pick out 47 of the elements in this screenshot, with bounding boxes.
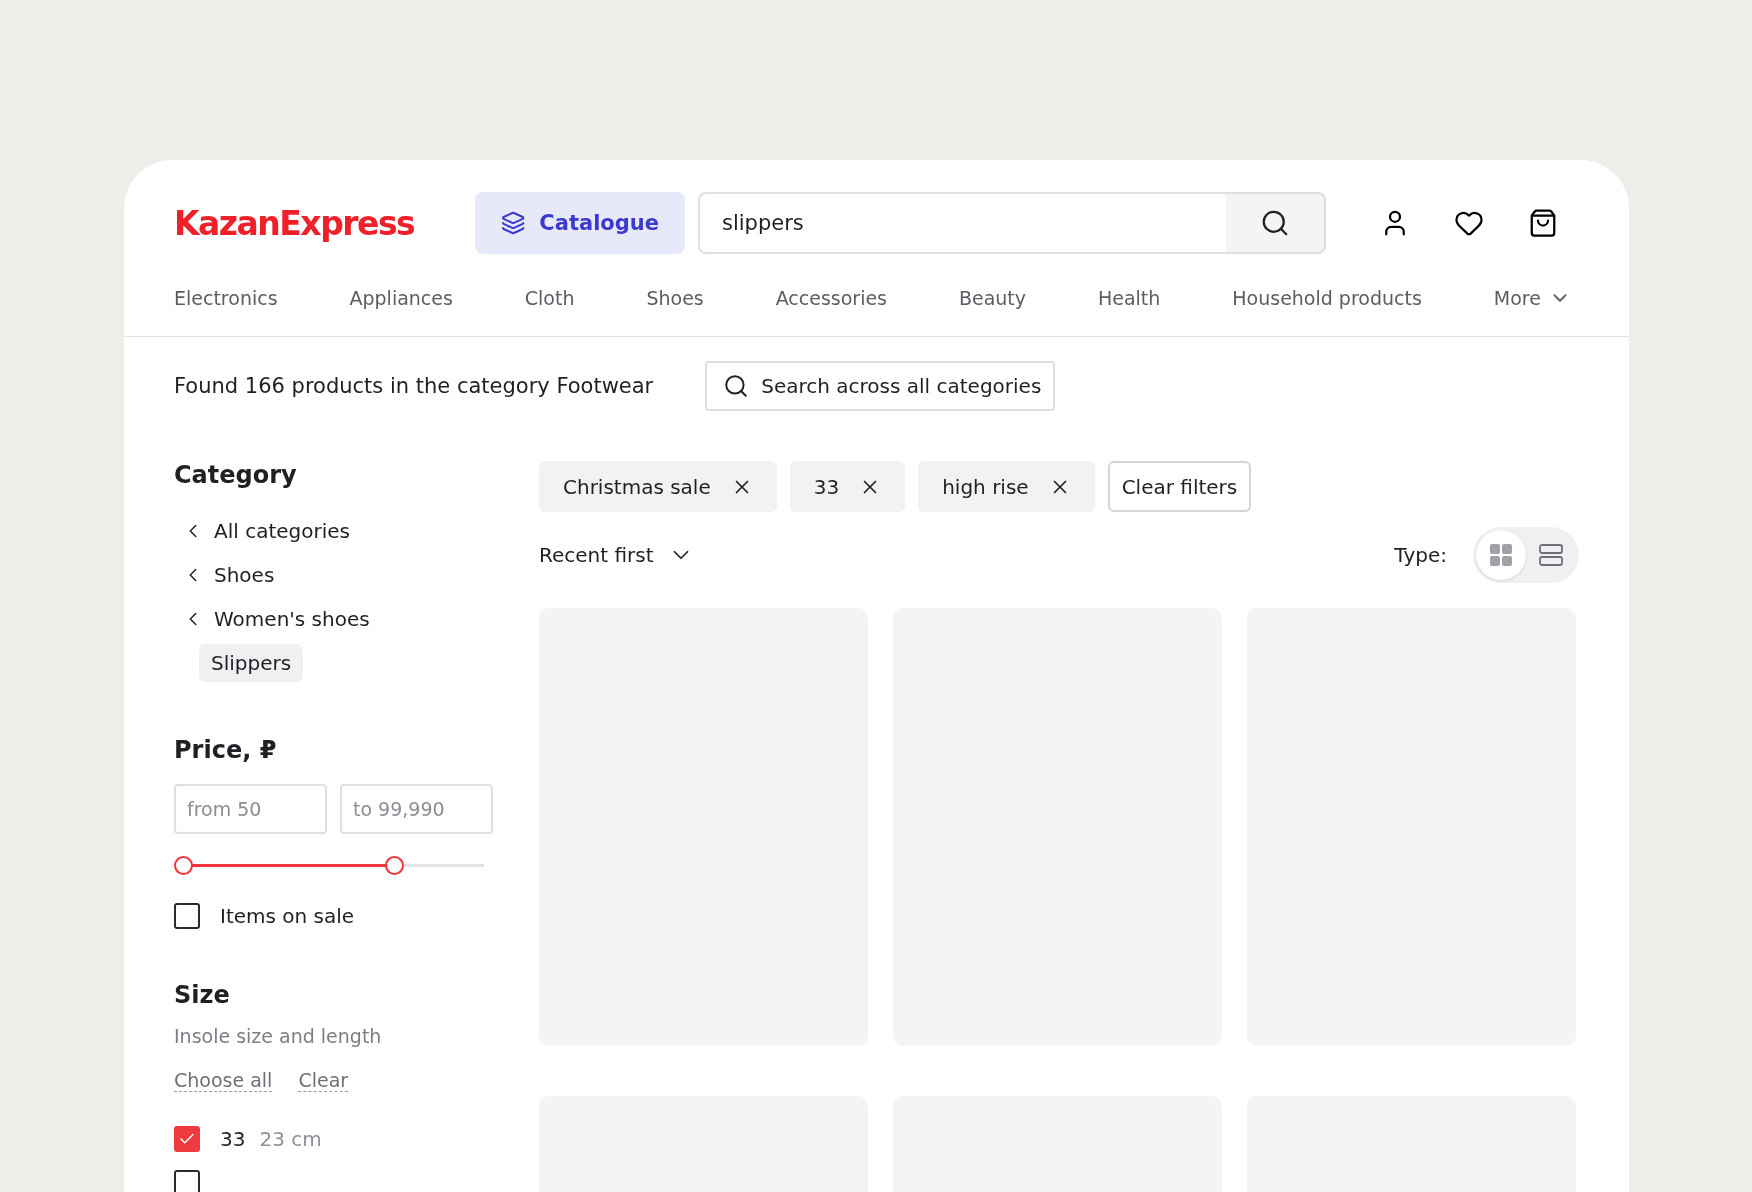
category-link[interactable]: Shoes <box>182 553 495 597</box>
checkbox[interactable] <box>174 903 200 929</box>
catalogue-button[interactable]: Catalogue <box>475 192 685 254</box>
section-heading: Category <box>174 461 298 489</box>
price-to-field[interactable]: to 99,990 <box>340 784 493 834</box>
list-icon <box>1539 544 1563 566</box>
search-all-button[interactable]: Search across all categories <box>705 361 1056 411</box>
checkbox-label: Items on sale <box>220 904 355 928</box>
price-slider[interactable] <box>174 856 484 875</box>
section-heading: Size <box>174 981 231 1009</box>
result-count: Found 166 products in the category Footwear <box>174 374 654 398</box>
sort-dropdown[interactable]: Recent first <box>539 542 694 568</box>
clear-filters-button[interactable]: Clear filters <box>1107 461 1252 512</box>
size-length: 23 cm <box>259 1127 322 1151</box>
bag-icon <box>1528 208 1558 238</box>
checkbox[interactable] <box>174 1170 200 1192</box>
category-link[interactable]: All categories <box>182 509 495 553</box>
cart-button[interactable] <box>1528 208 1558 238</box>
grid-icon <box>1489 543 1513 567</box>
text-link[interactable]: Clear <box>298 1069 349 1092</box>
logo[interactable]: KazanExpress <box>174 203 475 243</box>
filter-chip[interactable]: Christmas sale <box>539 461 777 512</box>
filter-chip[interactable]: high rise <box>918 461 1095 512</box>
nav-link[interactable]: Household products <box>1232 286 1422 309</box>
size-label: 33 <box>220 1127 246 1151</box>
nav-link[interactable]: Electronics <box>174 286 278 309</box>
nav-link[interactable]: Health <box>1097 286 1161 309</box>
view-button[interactable] <box>1476 530 1526 580</box>
checkbox[interactable] <box>174 1126 200 1152</box>
category-link[interactable]: Women's shoes <box>182 597 495 641</box>
slider-thumb[interactable] <box>384 856 404 875</box>
slider-thumb[interactable] <box>174 856 193 875</box>
view-label: Type: <box>1394 543 1447 567</box>
category-link[interactable]: Slippers <box>199 644 304 682</box>
search-icon <box>723 373 750 399</box>
nav-link[interactable]: Shoes <box>646 286 704 309</box>
filter-chip[interactable]: 33 <box>789 461 906 512</box>
text-link[interactable]: Choose all <box>174 1069 273 1092</box>
layers-icon <box>501 209 526 237</box>
nav-link[interactable]: Accessories <box>775 286 887 309</box>
section-heading: Price, ₽ <box>174 736 278 764</box>
nav-link[interactable]: Beauty <box>958 286 1027 309</box>
section-subtitle: Insole size and length <box>174 1025 383 1047</box>
price-from-field[interactable]: from 50 <box>174 784 327 834</box>
nav-link[interactable]: Cloth <box>524 286 575 309</box>
more-menu[interactable]: More <box>1493 286 1571 309</box>
nav-link[interactable]: Appliances <box>349 286 453 309</box>
